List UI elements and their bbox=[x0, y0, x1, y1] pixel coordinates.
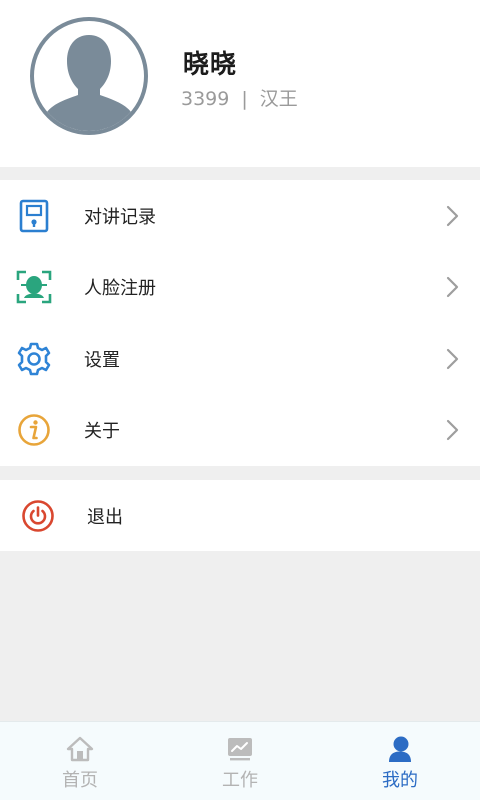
tab-work[interactable]: 工作 bbox=[160, 722, 320, 800]
profile-header: 晓晓 3399 | 汉王 bbox=[0, 0, 480, 167]
profile-screen: 晓晓 3399 | 汉王 对讲记录 人脸注册 设置 关于 退出 首页 工作 我的 bbox=[0, 0, 480, 800]
menu-item-about[interactable]: 关于 bbox=[0, 395, 480, 467]
menu-item-settings[interactable]: 设置 bbox=[0, 323, 480, 395]
user-name: 晓晓 bbox=[183, 50, 238, 80]
account-id: 3399 bbox=[181, 88, 230, 110]
tab-label: 首页 bbox=[62, 770, 98, 791]
avatar-silhouette-icon bbox=[44, 35, 134, 131]
avatar[interactable] bbox=[30, 17, 148, 135]
power-icon bbox=[20, 498, 56, 534]
intercom-record-icon bbox=[16, 198, 52, 234]
menu-item-label: 设置 bbox=[84, 349, 120, 371]
bottom-tab-bar: 首页 工作 我的 bbox=[0, 721, 480, 800]
menu-group-main: 对讲记录 人脸注册 设置 关于 bbox=[0, 180, 480, 466]
tab-label: 我的 bbox=[382, 770, 418, 791]
menu-item-face-register[interactable]: 人脸注册 bbox=[0, 252, 480, 324]
logout-label: 退出 bbox=[87, 506, 123, 528]
menu-item-label: 对讲记录 bbox=[84, 206, 156, 228]
user-icon bbox=[385, 734, 415, 764]
home-icon bbox=[65, 734, 95, 764]
chart-icon bbox=[225, 734, 255, 764]
tab-home[interactable]: 首页 bbox=[0, 722, 160, 800]
menu-item-label: 人脸注册 bbox=[84, 278, 156, 300]
menu-group-logout: 退出 bbox=[0, 480, 480, 551]
chevron-right-icon bbox=[446, 277, 459, 298]
logout-button[interactable]: 退出 bbox=[0, 480, 480, 551]
tab-label: 工作 bbox=[222, 770, 258, 791]
menu-item-intercom-record[interactable]: 对讲记录 bbox=[0, 180, 480, 252]
tab-mine[interactable]: 我的 bbox=[320, 722, 480, 800]
user-meta: 3399 | 汉王 bbox=[181, 84, 298, 111]
info-icon bbox=[16, 412, 52, 448]
menu-item-label: 关于 bbox=[84, 421, 120, 443]
org-name: 汉王 bbox=[259, 88, 298, 110]
chevron-right-icon bbox=[446, 348, 459, 369]
chevron-right-icon bbox=[446, 205, 459, 226]
chevron-right-icon bbox=[446, 420, 459, 441]
meta-separator: | bbox=[241, 88, 248, 110]
face-register-icon bbox=[16, 269, 52, 305]
gear-icon bbox=[16, 341, 52, 377]
